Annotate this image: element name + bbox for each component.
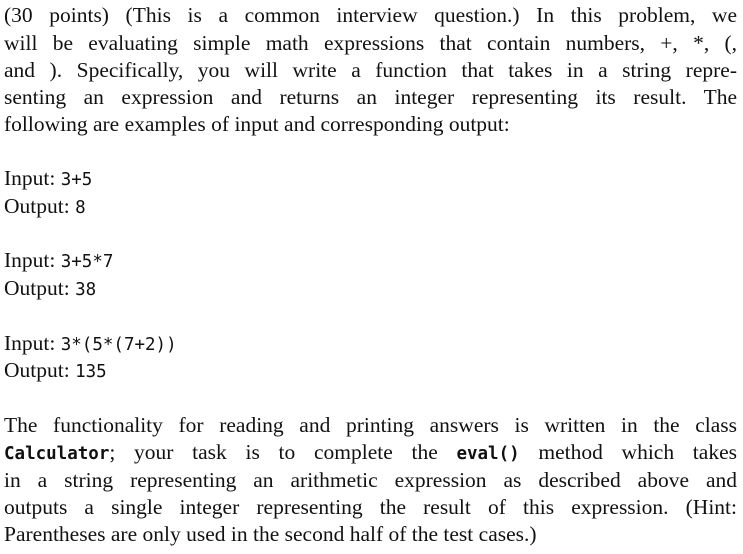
closing-line-2: Calculator; your task is to complete the… [4,439,737,468]
input-label: Input: [4,166,56,190]
intro-line-5: following are examples of input and corr… [4,112,510,136]
input-value: 3+5*7 [60,252,114,272]
example-input-line: Input: 3+5*7 [4,247,737,276]
problem-document: (30 points) (This is a common interview … [0,0,743,554]
input-value: 3*(5*(7+2)) [60,335,177,355]
example-output-line: Output: 135 [4,357,737,386]
example-input-line: Input: 3*(5*(7+2)) [4,330,737,359]
example-output-line: Output: 38 [4,275,737,304]
intro-line-3: and ). Specifically, you will write a fu… [4,58,737,82]
output-value: 8 [75,198,86,218]
intro-line-2: will be evaluating simple math expressio… [4,31,737,55]
class-name-code: Calculator [4,444,110,464]
input-label: Input: [4,248,56,272]
output-value: 38 [75,280,97,300]
output-label: Output: [4,276,70,300]
output-label: Output: [4,194,70,218]
method-name-code: eval() [456,444,520,464]
intro-line-4: senting an expression and returns an int… [4,85,737,109]
closing-line-5: Parentheses are only used in the second … [4,522,537,546]
closing-line-4: outputs a single integer representing th… [4,495,737,519]
input-label: Input: [4,331,56,355]
closing-line-3: in a string representing an arithmetic e… [4,468,737,492]
example-output-line: Output: 8 [4,193,737,222]
output-value: 135 [75,362,107,382]
intro-line-1: (30 points) (This is a common interview … [4,3,737,27]
closing-text: ; your task is to complete the [109,440,457,464]
example-input-line: Input: 3+5 [4,165,737,194]
output-label: Output: [4,358,70,382]
closing-text: method which takes [519,440,737,464]
input-value: 3+5 [60,170,93,190]
closing-line-1: The functionality for reading and printi… [4,413,737,437]
